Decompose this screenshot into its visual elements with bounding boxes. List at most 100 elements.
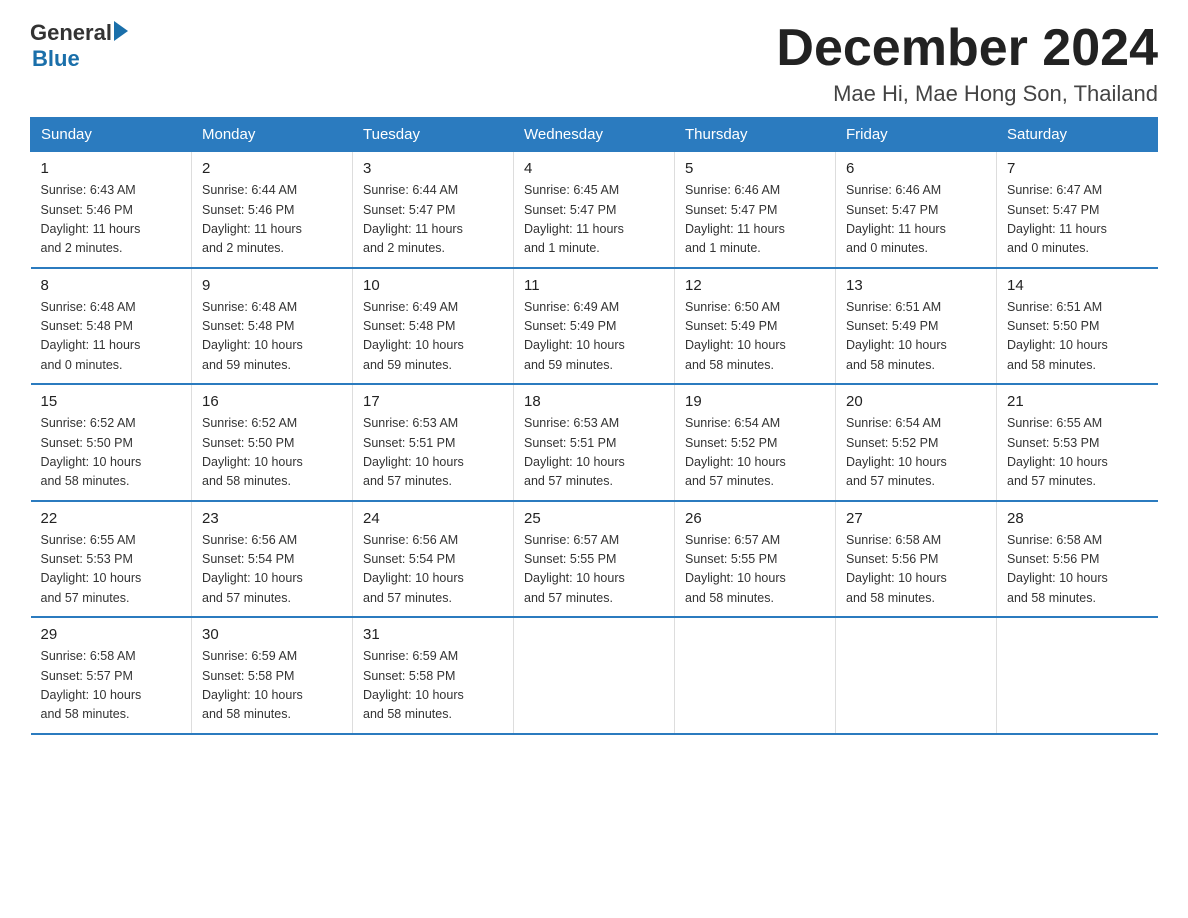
day-info: Sunrise: 6:48 AMSunset: 5:48 PMDaylight:… <box>41 298 182 376</box>
calendar-table: SundayMondayTuesdayWednesdayThursdayFrid… <box>30 117 1158 735</box>
day-number: 18 <box>524 393 664 410</box>
calendar-cell: 25Sunrise: 6:57 AMSunset: 5:55 PMDayligh… <box>514 501 675 618</box>
day-info: Sunrise: 6:57 AMSunset: 5:55 PMDaylight:… <box>524 531 664 609</box>
calendar-cell: 27Sunrise: 6:58 AMSunset: 5:56 PMDayligh… <box>836 501 997 618</box>
calendar-cell: 29 Sunrise: 6:58 AMSunset: 5:57 PMDayligh… <box>31 617 192 734</box>
page-header: General Blue December 2024 Mae Hi, Mae H… <box>30 20 1158 107</box>
calendar-cell: 28 Sunrise: 6:58 AMSunset: 5:56 PMDayligh… <box>997 501 1158 618</box>
weekday-header-sunday: Sunday <box>31 118 192 152</box>
day-info: Sunrise: 6:43 AMSunset: 5:46 PMDaylight:… <box>41 181 182 259</box>
day-number: 10 <box>363 277 503 294</box>
title-block: December 2024 Mae Hi, Mae Hong Son, Thai… <box>776 20 1158 107</box>
day-number: 13 <box>846 277 986 294</box>
calendar-cell: 31Sunrise: 6:59 AMSunset: 5:58 PMDayligh… <box>353 617 514 734</box>
weekday-header-thursday: Thursday <box>675 118 836 152</box>
day-number: 16 <box>202 393 342 410</box>
day-info: Sunrise: 6:49 AMSunset: 5:49 PMDaylight:… <box>524 298 664 376</box>
calendar-cell: 7 Sunrise: 6:47 AMSunset: 5:47 PMDaylight… <box>997 152 1158 268</box>
day-info: Sunrise: 6:44 AMSunset: 5:47 PMDaylight:… <box>363 181 503 259</box>
weekday-header-wednesday: Wednesday <box>514 118 675 152</box>
day-number: 27 <box>846 510 986 527</box>
calendar-cell: 5Sunrise: 6:46 AMSunset: 5:47 PMDaylight… <box>675 152 836 268</box>
calendar-cell: 13 Sunrise: 6:51 AMSunset: 5:49 PMDayligh… <box>836 268 997 385</box>
calendar-cell: 30 Sunrise: 6:59 AMSunset: 5:58 PMDayligh… <box>192 617 353 734</box>
day-number: 6 <box>846 160 986 177</box>
day-info: Sunrise: 6:55 AMSunset: 5:53 PMDaylight:… <box>1007 414 1148 492</box>
calendar-cell: 16 Sunrise: 6:52 AMSunset: 5:50 PMDayligh… <box>192 384 353 501</box>
logo: General Blue <box>30 20 128 72</box>
calendar-week-row: 15 Sunrise: 6:52 AMSunset: 5:50 PMDayligh… <box>31 384 1158 501</box>
day-info: Sunrise: 6:54 AMSunset: 5:52 PMDaylight:… <box>846 414 986 492</box>
day-info: Sunrise: 6:47 AMSunset: 5:47 PMDaylight:… <box>1007 181 1148 259</box>
calendar-cell <box>836 617 997 734</box>
weekday-header-tuesday: Tuesday <box>353 118 514 152</box>
calendar-cell: 1 Sunrise: 6:43 AMSunset: 5:46 PMDaylight… <box>31 152 192 268</box>
logo-text-general: General <box>30 20 112 46</box>
calendar-cell: 2 Sunrise: 6:44 AMSunset: 5:46 PMDaylight… <box>192 152 353 268</box>
page-subtitle: Mae Hi, Mae Hong Son, Thailand <box>776 81 1158 107</box>
day-info: Sunrise: 6:58 AMSunset: 5:56 PMDaylight:… <box>1007 531 1148 609</box>
day-number: 21 <box>1007 393 1148 410</box>
weekday-header-friday: Friday <box>836 118 997 152</box>
calendar-week-row: 22 Sunrise: 6:55 AMSunset: 5:53 PMDayligh… <box>31 501 1158 618</box>
day-info: Sunrise: 6:52 AMSunset: 5:50 PMDaylight:… <box>202 414 342 492</box>
day-number: 22 <box>41 510 182 527</box>
weekday-header-monday: Monday <box>192 118 353 152</box>
day-info: Sunrise: 6:57 AMSunset: 5:55 PMDaylight:… <box>685 531 825 609</box>
calendar-cell: 17 Sunrise: 6:53 AMSunset: 5:51 PMDayligh… <box>353 384 514 501</box>
calendar-cell: 9 Sunrise: 6:48 AMSunset: 5:48 PMDaylight… <box>192 268 353 385</box>
calendar-cell <box>997 617 1158 734</box>
day-number: 23 <box>202 510 342 527</box>
calendar-week-row: 29 Sunrise: 6:58 AMSunset: 5:57 PMDayligh… <box>31 617 1158 734</box>
calendar-cell: 18 Sunrise: 6:53 AMSunset: 5:51 PMDayligh… <box>514 384 675 501</box>
day-number: 19 <box>685 393 825 410</box>
calendar-cell: 14Sunrise: 6:51 AMSunset: 5:50 PMDayligh… <box>997 268 1158 385</box>
day-info: Sunrise: 6:53 AMSunset: 5:51 PMDaylight:… <box>363 414 503 492</box>
day-number: 17 <box>363 393 503 410</box>
day-info: Sunrise: 6:55 AMSunset: 5:53 PMDaylight:… <box>41 531 182 609</box>
day-number: 4 <box>524 160 664 177</box>
day-number: 30 <box>202 626 342 643</box>
day-info: Sunrise: 6:58 AMSunset: 5:57 PMDaylight:… <box>41 647 182 725</box>
day-number: 31 <box>363 626 503 643</box>
day-number: 24 <box>363 510 503 527</box>
day-number: 12 <box>685 277 825 294</box>
day-info: Sunrise: 6:56 AMSunset: 5:54 PMDaylight:… <box>202 531 342 609</box>
day-number: 9 <box>202 277 342 294</box>
day-number: 28 <box>1007 510 1148 527</box>
day-number: 11 <box>524 277 664 294</box>
day-info: Sunrise: 6:51 AMSunset: 5:50 PMDaylight:… <box>1007 298 1148 376</box>
day-info: Sunrise: 6:44 AMSunset: 5:46 PMDaylight:… <box>202 181 342 259</box>
day-number: 15 <box>41 393 182 410</box>
day-info: Sunrise: 6:49 AMSunset: 5:48 PMDaylight:… <box>363 298 503 376</box>
day-info: Sunrise: 6:56 AMSunset: 5:54 PMDaylight:… <box>363 531 503 609</box>
calendar-cell: 6Sunrise: 6:46 AMSunset: 5:47 PMDaylight… <box>836 152 997 268</box>
day-number: 2 <box>202 160 342 177</box>
calendar-cell: 3 Sunrise: 6:44 AMSunset: 5:47 PMDaylight… <box>353 152 514 268</box>
calendar-week-row: 1 Sunrise: 6:43 AMSunset: 5:46 PMDaylight… <box>31 152 1158 268</box>
day-number: 1 <box>41 160 182 177</box>
calendar-cell <box>675 617 836 734</box>
calendar-header-row: SundayMondayTuesdayWednesdayThursdayFrid… <box>31 118 1158 152</box>
calendar-cell <box>514 617 675 734</box>
day-number: 8 <box>41 277 182 294</box>
day-info: Sunrise: 6:51 AMSunset: 5:49 PMDaylight:… <box>846 298 986 376</box>
day-number: 29 <box>41 626 182 643</box>
calendar-cell: 4 Sunrise: 6:45 AMSunset: 5:47 PMDaylight… <box>514 152 675 268</box>
calendar-cell: 15Sunrise: 6:52 AMSunset: 5:50 PMDayligh… <box>31 384 192 501</box>
day-info: Sunrise: 6:50 AMSunset: 5:49 PMDaylight:… <box>685 298 825 376</box>
day-number: 7 <box>1007 160 1148 177</box>
logo-arrow-icon <box>114 21 128 41</box>
day-info: Sunrise: 6:59 AMSunset: 5:58 PMDaylight:… <box>202 647 342 725</box>
day-number: 3 <box>363 160 503 177</box>
day-info: Sunrise: 6:45 AMSunset: 5:47 PMDaylight:… <box>524 181 664 259</box>
day-info: Sunrise: 6:53 AMSunset: 5:51 PMDaylight:… <box>524 414 664 492</box>
day-number: 20 <box>846 393 986 410</box>
day-info: Sunrise: 6:48 AMSunset: 5:48 PMDaylight:… <box>202 298 342 376</box>
calendar-cell: 12 Sunrise: 6:50 AMSunset: 5:49 PMDayligh… <box>675 268 836 385</box>
page-title: December 2024 <box>776 20 1158 77</box>
day-info: Sunrise: 6:54 AMSunset: 5:52 PMDaylight:… <box>685 414 825 492</box>
calendar-cell: 11 Sunrise: 6:49 AMSunset: 5:49 PMDayligh… <box>514 268 675 385</box>
day-info: Sunrise: 6:46 AMSunset: 5:47 PMDaylight:… <box>685 181 825 259</box>
calendar-cell: 23 Sunrise: 6:56 AMSunset: 5:54 PMDayligh… <box>192 501 353 618</box>
